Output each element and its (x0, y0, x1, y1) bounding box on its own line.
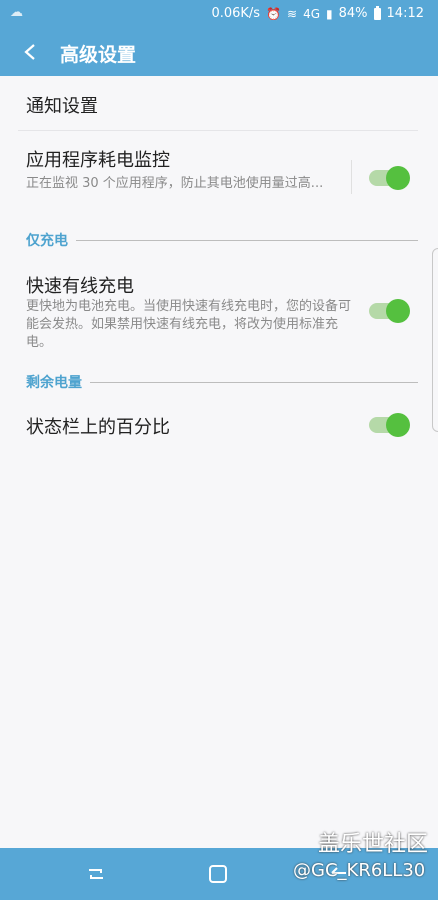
fast-charging-desc: 更快地为电池充电。当使用快速有线充电时，您的设备可能会发热。如果禁用快速有线充电… (26, 299, 352, 350)
battery-percentage-title[interactable]: 状态栏上的百分比 (26, 413, 170, 439)
app-bar: 高级设置 (0, 28, 438, 76)
fast-charging-toggle[interactable] (369, 299, 411, 323)
fast-charging-title[interactable]: 快速有线充电 (26, 272, 134, 298)
notification-settings-item[interactable]: 通知设置 (26, 92, 98, 118)
toggle-thumb (386, 413, 410, 437)
scrollbar[interactable] (432, 248, 438, 432)
section-charging-only: 仅充电 (26, 231, 418, 249)
toggle-thumb (386, 166, 410, 190)
toggle-thumb (386, 299, 410, 323)
vertical-separator (351, 160, 352, 194)
section-label: 仅充电 (26, 233, 68, 249)
battery-icon (373, 5, 381, 20)
battery-percentage-toggle[interactable] (369, 413, 411, 437)
network-speed: 0.06K/s (211, 6, 261, 21)
app-notification-icon: ☁ (10, 5, 23, 20)
recent-apps-button[interactable] (84, 862, 108, 886)
watermark-site: 盖乐世社区 (318, 832, 429, 857)
alarm-icon: ⏰ (266, 6, 282, 21)
signal-icon: ▮ (326, 6, 333, 21)
section-label: 剩余电量 (26, 375, 82, 391)
clock: 14:12 (386, 6, 424, 21)
section-line (90, 381, 418, 383)
section-line (76, 239, 418, 241)
battery-percent: 84% (338, 6, 368, 21)
home-button[interactable] (206, 862, 230, 886)
wifi-icon: ≋ (287, 6, 298, 21)
recent-apps-icon (89, 869, 103, 879)
watermark-user: @GC_KR6LL30 (293, 860, 426, 881)
status-bar: ☁ 0.06K/s ⏰ ≋ 4G ▮ 84% 14:12 (0, 0, 438, 28)
section-remaining-power: 剩余电量 (26, 373, 418, 391)
back-button[interactable] (14, 36, 46, 68)
divider (18, 130, 418, 131)
power-monitor-toggle[interactable] (369, 166, 411, 190)
chevron-left-icon (24, 44, 35, 60)
power-monitor-desc: 正在监视 30 个应用程序，防止其电池使用量过高... (26, 176, 324, 191)
page-title: 高级设置 (60, 44, 137, 66)
network-type: 4G (303, 6, 321, 21)
home-icon (209, 865, 227, 883)
power-monitor-title[interactable]: 应用程序耗电监控 (26, 146, 170, 172)
